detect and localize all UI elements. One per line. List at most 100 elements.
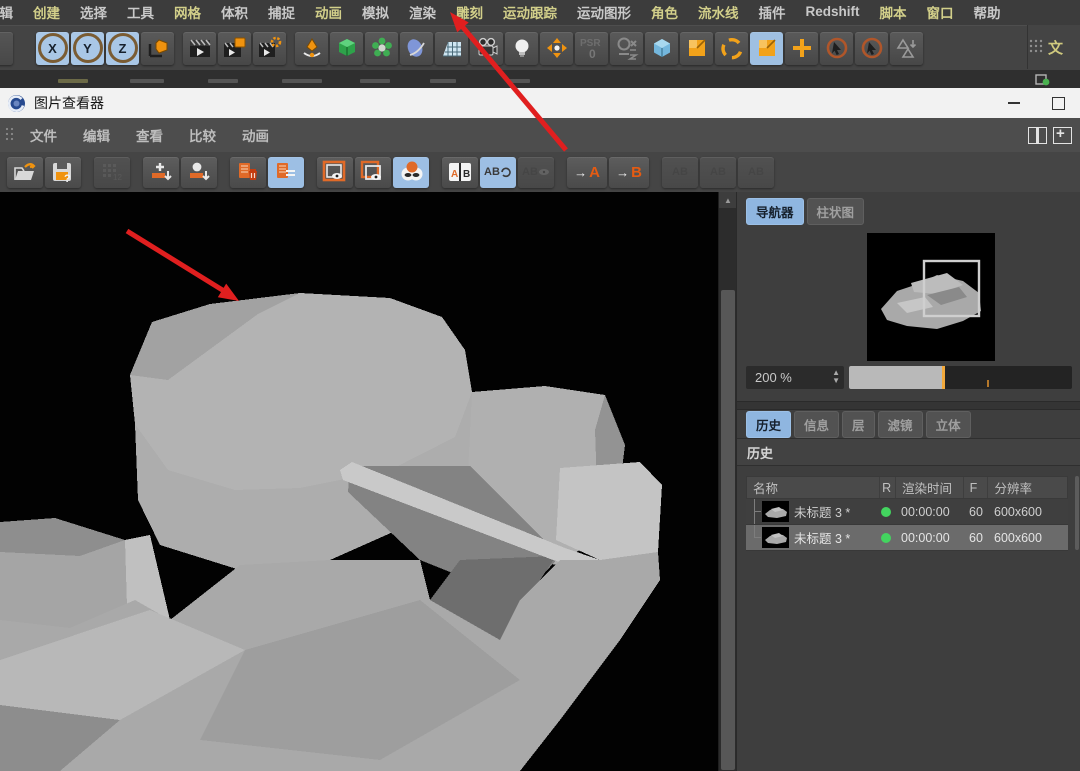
menu-pipeline[interactable]: 流水线 xyxy=(688,2,749,22)
render-image-canvas[interactable] xyxy=(0,192,718,771)
menu-render[interactable]: 渲染 xyxy=(399,2,446,22)
scale-tool-icon[interactable] xyxy=(750,32,783,65)
menu-sculpt[interactable]: 雕刻 xyxy=(446,2,493,22)
add-cube-icon[interactable] xyxy=(330,32,363,65)
make-editable-icon[interactable] xyxy=(680,32,713,65)
render-to-picture-viewer-button[interactable] xyxy=(218,32,251,65)
menu-help[interactable]: 帮助 xyxy=(964,2,1011,22)
pen-tool-icon[interactable] xyxy=(295,32,328,65)
col-render-flag[interactable]: R xyxy=(879,477,895,498)
menu-script[interactable]: 脚本 xyxy=(870,2,917,22)
col-name[interactable]: 名称 xyxy=(747,477,879,498)
menu-select[interactable]: 选择 xyxy=(70,2,117,22)
pv-menu-file[interactable]: 文件 xyxy=(17,125,70,145)
live-selection-icon[interactable] xyxy=(820,32,853,65)
set-b-icon[interactable]: →B xyxy=(609,157,649,188)
lock-z-axis-button[interactable]: Z xyxy=(106,32,139,65)
ab-swap-icon[interactable]: AB xyxy=(662,157,698,188)
col-frames[interactable]: F xyxy=(963,477,988,498)
rotate-tool-icon[interactable] xyxy=(715,32,748,65)
undo-icon[interactable] xyxy=(0,32,13,65)
selection-tool-icon[interactable] xyxy=(855,32,888,65)
c4d-logo-icon xyxy=(7,94,26,113)
drag-grip-icon[interactable] xyxy=(3,125,17,145)
save-icon[interactable]: ? xyxy=(45,157,81,188)
ab-eye-icon[interactable]: AB xyxy=(518,157,554,188)
tab-navigator[interactable]: 导航器 xyxy=(746,198,804,225)
coordinate-system-icon[interactable] xyxy=(141,32,174,65)
render-view-button[interactable] xyxy=(183,32,216,65)
insert-row-icon[interactable] xyxy=(143,157,179,188)
canvas-scrollbar[interactable]: ▲ xyxy=(718,192,737,771)
open-icon[interactable] xyxy=(7,157,43,188)
scroll-up-icon[interactable]: ▲ xyxy=(719,192,737,208)
pv-menu-edit[interactable]: 编辑 xyxy=(70,125,123,145)
zoom-slider[interactable] xyxy=(849,366,1072,389)
tab-histogram[interactable]: 柱状图 xyxy=(807,198,865,225)
single-view-icon[interactable] xyxy=(317,157,353,188)
render-settings-button[interactable] xyxy=(253,32,286,65)
add-panel-icon[interactable] xyxy=(1053,127,1072,144)
menu-window[interactable]: 窗口 xyxy=(917,2,964,22)
menu-plugins[interactable]: 插件 xyxy=(749,2,796,22)
floor-grid-icon[interactable] xyxy=(435,32,468,65)
table-scrollbar[interactable] xyxy=(1075,476,1079,550)
col-render-time[interactable]: 渲染时间 xyxy=(895,477,963,498)
lock-x-axis-button[interactable]: X xyxy=(36,32,69,65)
minimize-button[interactable] xyxy=(992,88,1036,118)
ab-link-icon[interactable]: AB xyxy=(480,157,516,188)
pv-menu-compare[interactable]: 比较 xyxy=(176,125,229,145)
col-resolution[interactable]: 分辨率 xyxy=(987,477,1067,498)
menu-tools[interactable]: 工具 xyxy=(117,2,164,22)
zoom-stepper-icon[interactable]: ▲▼ xyxy=(832,369,840,385)
tab-info[interactable]: 信息 xyxy=(794,411,839,438)
camera-icon[interactable] xyxy=(470,32,503,65)
psr-zero-icon[interactable]: PSR0 xyxy=(575,32,608,65)
coordinates-icon[interactable] xyxy=(610,32,643,65)
set-a-icon[interactable]: →A xyxy=(567,157,607,188)
page-list-icon[interactable] xyxy=(268,157,304,188)
menu-mograph[interactable]: 运动图形 xyxy=(567,2,641,22)
zoom-value-field[interactable]: 200 % ▲▼ xyxy=(746,366,844,389)
menu-simulate[interactable]: 模拟 xyxy=(352,2,399,22)
navigator-thumbnail[interactable] xyxy=(867,233,995,361)
history-row-selected[interactable]: 未标题 3 * 00:00:00 60 600x600 xyxy=(746,525,1068,551)
light-icon[interactable] xyxy=(505,32,538,65)
panel-file-menu[interactable]: 文 xyxy=(1048,37,1063,58)
compare-overlay-icon[interactable] xyxy=(393,157,429,188)
axis-modifier-icon[interactable] xyxy=(890,32,923,65)
history-row[interactable]: 未标题 3 * 00:00:00 60 600x600 xyxy=(746,499,1068,525)
model-mode-icon[interactable] xyxy=(645,32,678,65)
move-tool-icon[interactable] xyxy=(785,32,818,65)
menu-snap[interactable]: 捕捉 xyxy=(258,2,305,22)
delete-page-icon[interactable] xyxy=(230,157,266,188)
maximize-button[interactable] xyxy=(1036,88,1080,118)
ab-horizontal-icon[interactable]: AB xyxy=(442,157,478,188)
tab-stereo[interactable]: 立体 xyxy=(926,411,971,438)
menu-animate[interactable]: 动画 xyxy=(305,2,352,22)
ab-grid-icon[interactable]: AB xyxy=(700,157,736,188)
menu-edit[interactable]: 编辑 xyxy=(0,2,23,22)
menu-character[interactable]: 角色 xyxy=(641,2,688,22)
tab-history[interactable]: 历史 xyxy=(746,411,791,438)
scrollbar-thumb[interactable] xyxy=(721,290,735,770)
split-layout-icon[interactable] xyxy=(1028,127,1047,144)
picture-viewer-titlebar[interactable]: 图片查看器 xyxy=(0,88,1080,119)
user-down-icon[interactable] xyxy=(181,157,217,188)
dual-view-icon[interactable] xyxy=(355,157,391,188)
tab-filter[interactable]: 滤镜 xyxy=(878,411,923,438)
menu-create[interactable]: 创建 xyxy=(23,2,70,22)
generator-icon[interactable] xyxy=(365,32,398,65)
spline-icon[interactable] xyxy=(400,32,433,65)
grid-icon[interactable]: 12 xyxy=(94,157,130,188)
menu-redshift[interactable]: Redshift xyxy=(796,4,870,19)
menu-mesh[interactable]: 网格 xyxy=(164,2,211,22)
ab-sequence-icon[interactable]: AB xyxy=(738,157,774,188)
tab-layer[interactable]: 层 xyxy=(842,411,875,438)
menu-volume[interactable]: 体积 xyxy=(211,2,258,22)
lock-y-axis-button[interactable]: Y xyxy=(71,32,104,65)
pv-menu-view[interactable]: 查看 xyxy=(123,125,176,145)
pv-menu-animation[interactable]: 动画 xyxy=(229,125,282,145)
deformer-icon[interactable] xyxy=(540,32,573,65)
menu-motion-tracker[interactable]: 运动跟踪 xyxy=(493,2,567,22)
